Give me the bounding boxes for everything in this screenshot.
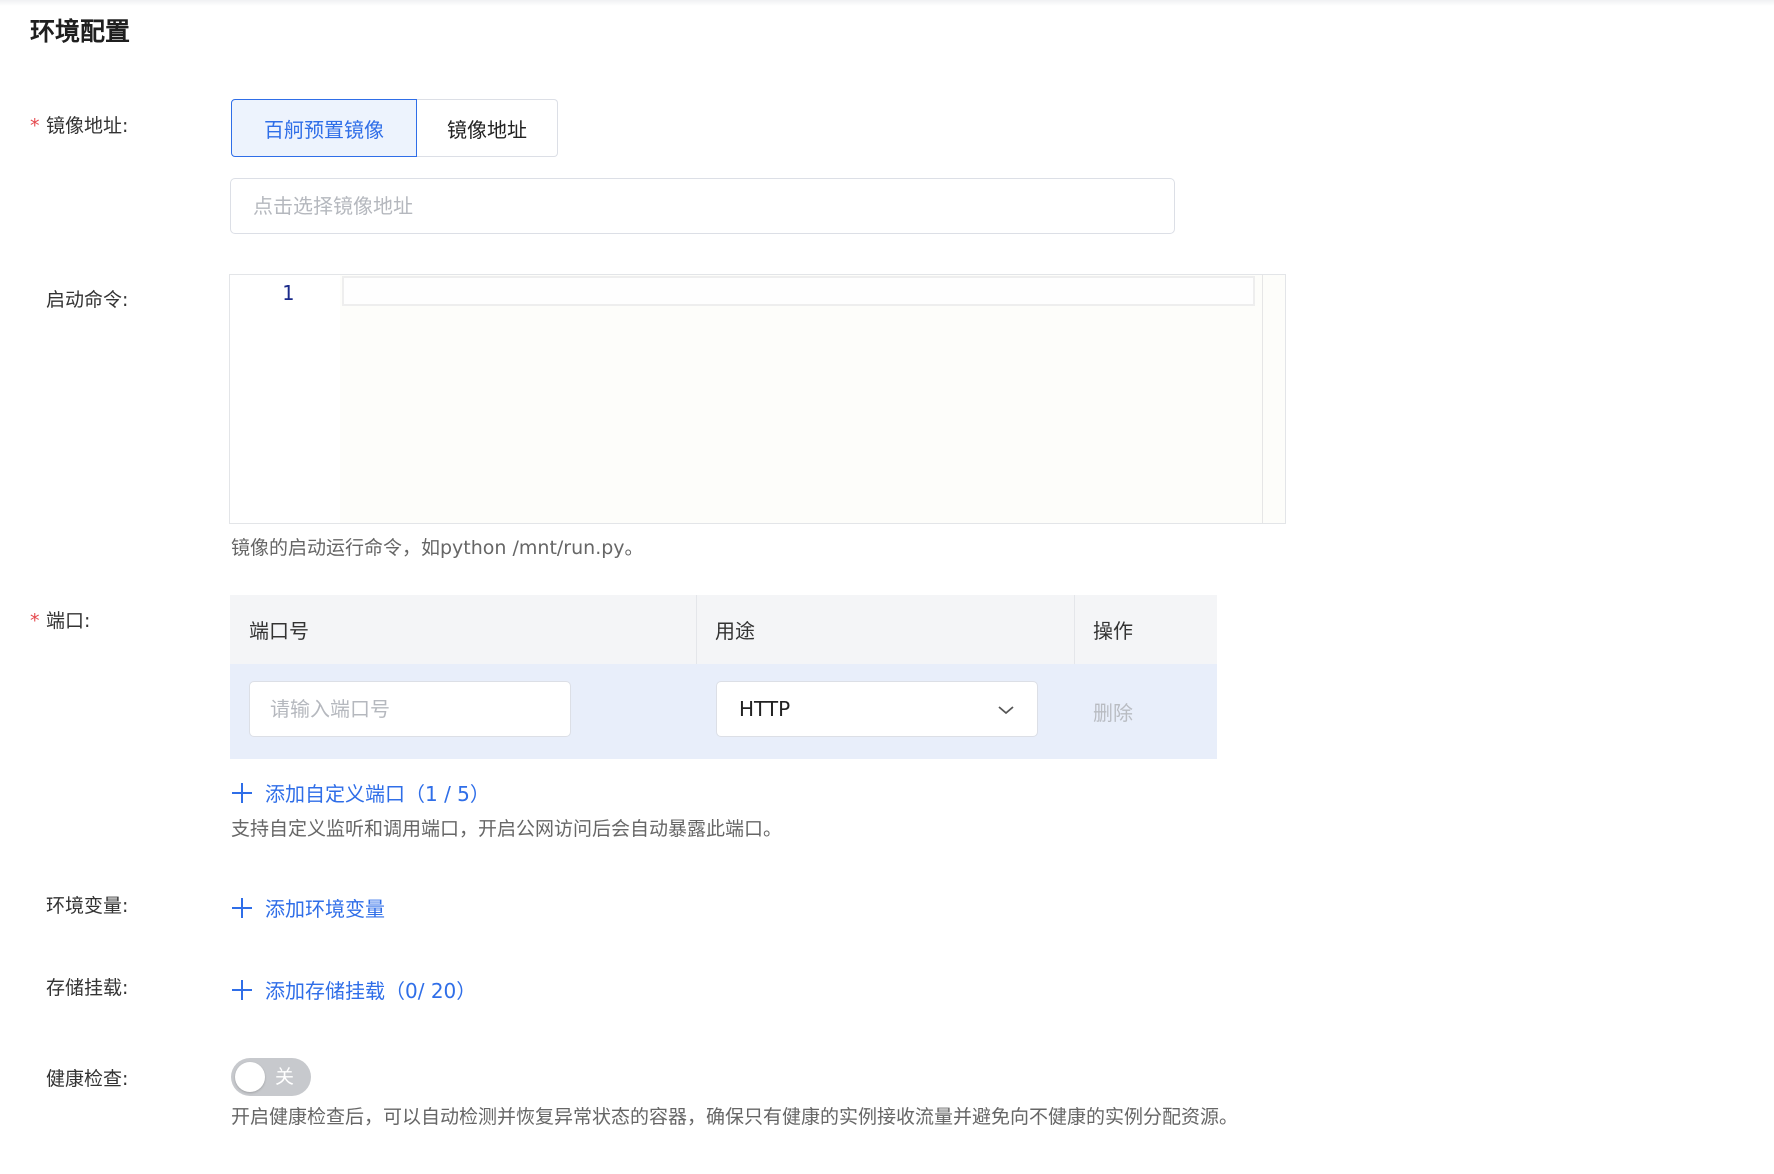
health-check-label-text: 健康检查: xyxy=(46,1068,129,1090)
image-source-segmented: 百舸预置镜像 镜像地址 xyxy=(231,99,558,157)
chevron-down-icon xyxy=(997,697,1015,721)
required-mark: * xyxy=(30,610,40,632)
image-address-input[interactable] xyxy=(230,178,1175,234)
required-mark: * xyxy=(30,115,40,137)
column-header-action: 操作 xyxy=(1093,619,1133,643)
port-number-input[interactable] xyxy=(249,681,571,737)
toggle-state-text: 关 xyxy=(275,1066,295,1088)
editor-gutter: 1 xyxy=(230,275,340,523)
column-header-usage: 用途 xyxy=(715,619,755,643)
image-address-label: * 镜像地址: xyxy=(30,113,170,139)
startup-command-help: 镜像的启动运行命令，如python /mnt/run.py。 xyxy=(231,537,644,559)
port-help: 支持自定义监听和调用端口，开启公网访问后会自动暴露此端口。 xyxy=(231,818,783,840)
add-storage-label: 添加存储挂载（0/ 20） xyxy=(265,979,477,1003)
port-table: 端口号 用途 操作 HTTP 删除 xyxy=(230,595,1217,759)
env-vars-label: 环境变量: xyxy=(30,893,170,919)
column-divider xyxy=(696,595,697,664)
table-header: 端口号 用途 操作 xyxy=(230,595,1217,664)
startup-command-label-text: 启动命令: xyxy=(46,289,129,311)
plus-icon xyxy=(232,782,252,803)
port-label-text: 端口: xyxy=(46,610,91,632)
port-usage-value: HTTP xyxy=(739,697,791,721)
tab-preset-image[interactable]: 百舸预置镜像 xyxy=(231,99,417,157)
health-check-help: 开启健康检查后，可以自动检测并恢复异常状态的容器，确保只有健康的实例接收流量并避… xyxy=(231,1106,1239,1128)
env-vars-label-text: 环境变量: xyxy=(46,895,129,917)
editor-current-line[interactable] xyxy=(342,276,1255,306)
top-shadow xyxy=(0,0,1774,6)
tab-image-address[interactable]: 镜像地址 xyxy=(417,99,558,157)
delete-port-button[interactable]: 删除 xyxy=(1093,664,1133,759)
image-address-label-text: 镜像地址: xyxy=(46,115,129,137)
toggle-knob xyxy=(235,1062,265,1092)
port-usage-select[interactable]: HTTP xyxy=(716,681,1038,737)
startup-command-label: 启动命令: xyxy=(30,287,170,313)
line-number: 1 xyxy=(282,281,295,305)
plus-icon xyxy=(232,979,252,1000)
column-divider xyxy=(1074,595,1075,664)
plus-icon xyxy=(232,897,252,918)
add-env-var-button[interactable]: 添加环境变量 xyxy=(231,893,385,922)
add-custom-port-label: 添加自定义端口（1 / 5） xyxy=(265,782,490,806)
add-env-var-label: 添加环境变量 xyxy=(265,897,385,921)
storage-label: 存储挂载: xyxy=(30,975,170,1001)
startup-command-editor[interactable]: 1 xyxy=(229,274,1286,524)
storage-label-text: 存储挂载: xyxy=(46,977,129,999)
port-label: * 端口: xyxy=(30,608,170,634)
add-custom-port-button[interactable]: 添加自定义端口（1 / 5） xyxy=(231,778,490,807)
column-header-port: 端口号 xyxy=(249,619,309,643)
health-check-label: 健康检查: xyxy=(30,1066,170,1092)
add-storage-button[interactable]: 添加存储挂载（0/ 20） xyxy=(231,975,476,1004)
editor-scrollbar[interactable] xyxy=(1262,275,1285,523)
section-title: 环境配置 xyxy=(30,17,131,46)
health-check-toggle[interactable]: 关 xyxy=(231,1058,311,1096)
table-row: HTTP 删除 xyxy=(230,664,1217,759)
